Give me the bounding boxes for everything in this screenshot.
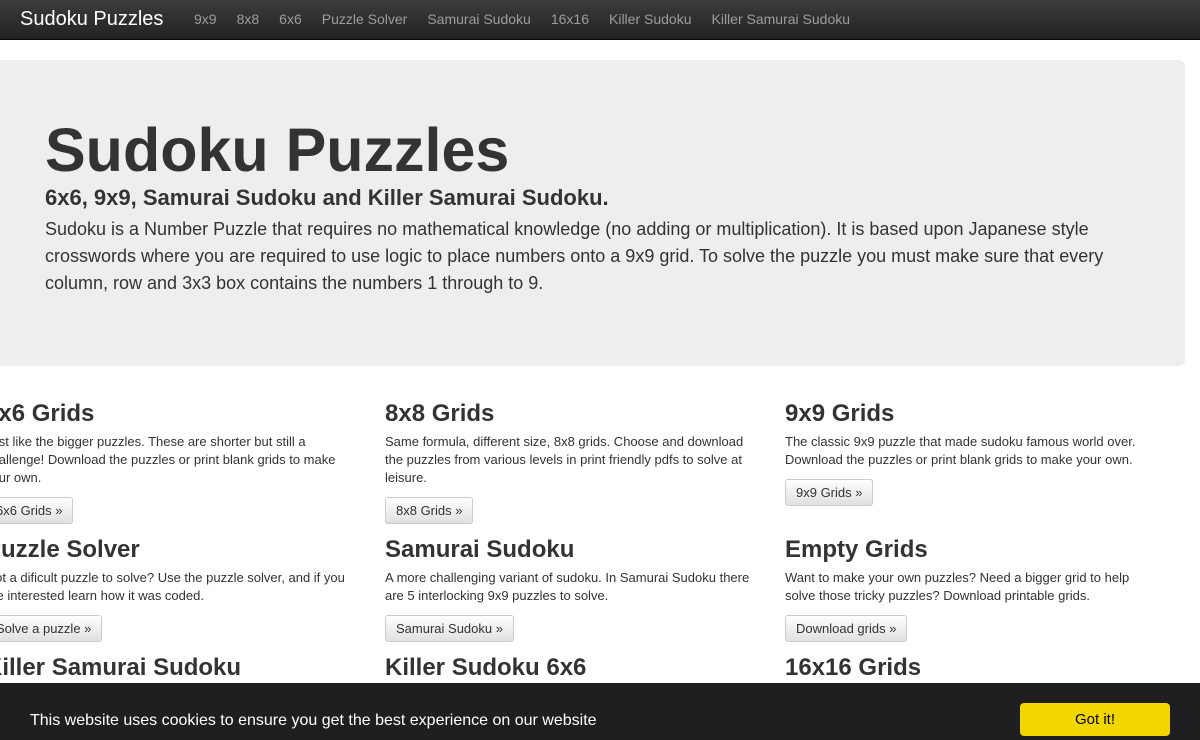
- card-text: Want to make your own puzzles? Need a bi…: [785, 570, 1130, 603]
- intro-text: Sudoku is a Number Puzzle that requires …: [45, 219, 1104, 293]
- card-text: A more challenging variant of sudoku. In…: [385, 570, 750, 603]
- card-8x8-grids: 8x8 Grids Same formula, different size, …: [385, 399, 755, 524]
- brand-link[interactable]: Sudoku Puzzles: [20, 8, 163, 30]
- nav-link-puzzle-solver[interactable]: Puzzle Solver: [312, 0, 418, 40]
- card-title: 16x16 Grids: [785, 654, 922, 681]
- card-empty-grids: Empty Grids Want to make your own puzzle…: [785, 535, 1155, 642]
- card-text: Just like the bigger puzzles. These are …: [0, 434, 336, 485]
- nav-link-16x16[interactable]: 16x16: [541, 0, 599, 40]
- card-6x6-grids: 6x6 Grids Just like the bigger puzzles. …: [0, 399, 355, 524]
- card-title: Puzzle Solver: [0, 536, 140, 563]
- download-grids-button[interactable]: Download grids »: [785, 615, 908, 642]
- top-navbar: Sudoku Puzzles 9x9 8x8 6x6 Puzzle Solver…: [0, 0, 1200, 40]
- card-text: Same formula, different size, 8x8 grids.…: [385, 434, 744, 485]
- card-samurai-sudoku: Samurai Sudoku A more challenging varian…: [385, 535, 755, 642]
- card-title: Killer Samurai Sudoku: [0, 654, 242, 681]
- hero-jumbotron: [0, 60, 1185, 366]
- nav-link-samurai-sudoku[interactable]: Samurai Sudoku: [417, 0, 541, 40]
- card-9x9-grids: 9x9 Grids The classic 9x9 puzzle that ma…: [785, 399, 1155, 506]
- card-killer-sudoku-6x6: Killer Sudoku 6x6: [385, 653, 755, 683]
- nav-links: 9x9 8x8 6x6 Puzzle Solver Samurai Sudoku…: [184, 0, 860, 40]
- card-killer-samurai-sudoku: Killer Samurai Sudoku: [0, 653, 355, 683]
- page-title: Sudoku Puzzles: [45, 116, 510, 184]
- card-16x16-grids: 16x16 Grids: [785, 653, 1155, 683]
- nav-link-6x6[interactable]: 6x6: [269, 0, 312, 40]
- card-title: Killer Sudoku 6x6: [385, 654, 587, 681]
- nav-link-9x9[interactable]: 9x9: [184, 0, 227, 40]
- card-text: Got a dificult puzzle to solve? Use the …: [0, 570, 345, 603]
- page-subtitle: 6x6, 9x9, Samurai Sudoku and Killer Samu…: [45, 185, 609, 210]
- solve-puzzle-button[interactable]: Solve a puzzle »: [0, 615, 103, 642]
- card-title: 9x9 Grids: [785, 400, 895, 427]
- card-title: Empty Grids: [785, 536, 928, 563]
- cookie-message: This website uses cookies to ensure you …: [30, 712, 597, 729]
- nav-link-killer-samurai-sudoku[interactable]: Killer Samurai Sudoku: [702, 0, 861, 40]
- 6x6-grids-button[interactable]: 6x6 Grids »: [0, 497, 74, 524]
- samurai-sudoku-button[interactable]: Samurai Sudoku »: [385, 615, 514, 642]
- card-text: The classic 9x9 puzzle that made sudoku …: [785, 434, 1136, 467]
- card-title: Samurai Sudoku: [385, 536, 575, 563]
- cookie-accept-button[interactable]: Got it!: [1020, 703, 1170, 736]
- 8x8-grids-button[interactable]: 8x8 Grids »: [385, 497, 474, 524]
- card-title: 8x8 Grids: [385, 400, 495, 427]
- nav-link-killer-sudoku[interactable]: Killer Sudoku: [599, 0, 702, 40]
- cookie-consent-bar: This website uses cookies to ensure you …: [0, 683, 1200, 740]
- card-title: 6x6 Grids: [0, 400, 95, 427]
- 9x9-grids-button[interactable]: 9x9 Grids »: [785, 479, 874, 506]
- card-puzzle-solver: Puzzle Solver Got a dificult puzzle to s…: [0, 535, 355, 642]
- nav-link-8x8[interactable]: 8x8: [227, 0, 270, 40]
